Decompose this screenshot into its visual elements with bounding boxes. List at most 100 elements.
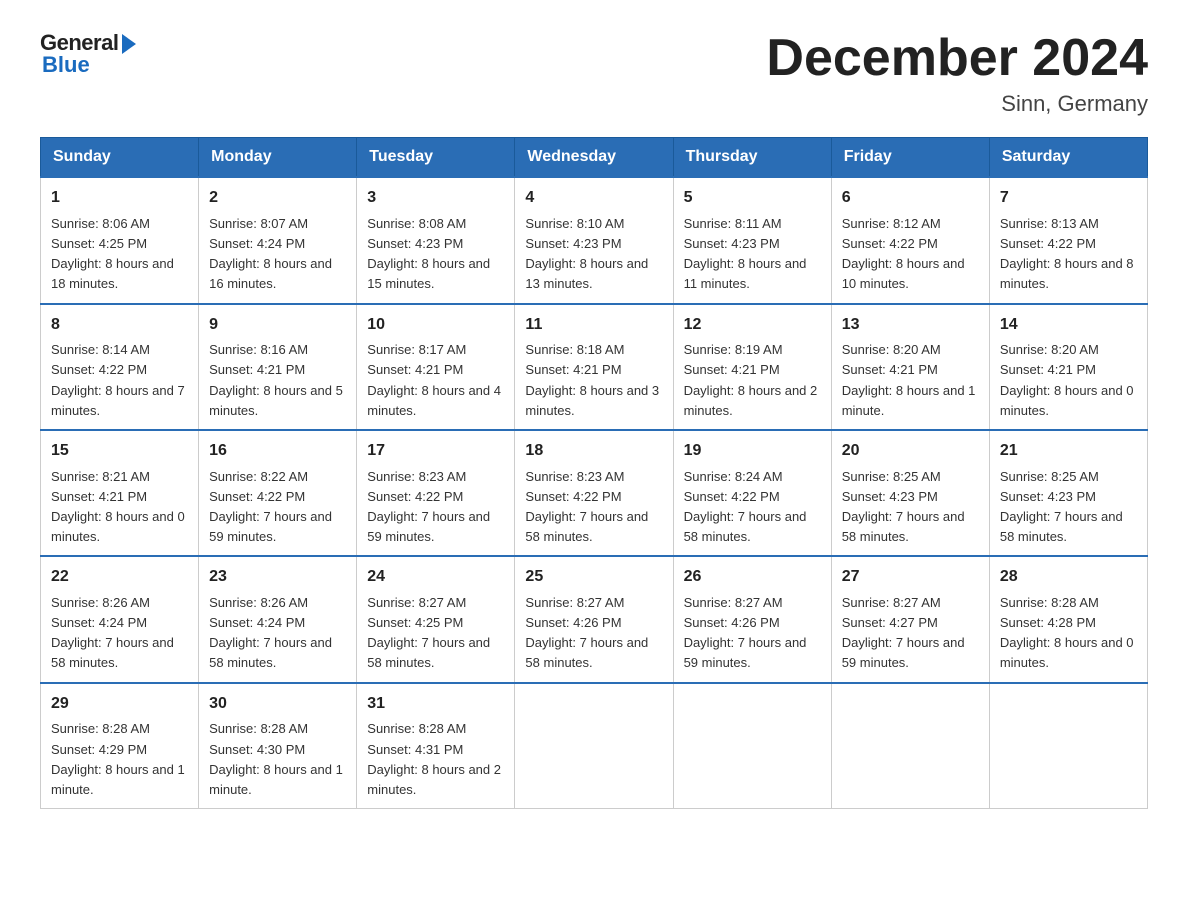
day-info: Sunrise: 8:18 AMSunset: 4:21 PMDaylight:… <box>525 342 659 417</box>
calendar-cell: 1 Sunrise: 8:06 AMSunset: 4:25 PMDayligh… <box>41 177 199 303</box>
weekday-header: Friday <box>831 138 989 178</box>
calendar-cell: 21 Sunrise: 8:25 AMSunset: 4:23 PMDaylig… <box>989 430 1147 556</box>
calendar-title: December 2024 <box>766 30 1148 87</box>
day-info: Sunrise: 8:22 AMSunset: 4:22 PMDaylight:… <box>209 469 332 544</box>
calendar-cell: 8 Sunrise: 8:14 AMSunset: 4:22 PMDayligh… <box>41 304 199 430</box>
day-number: 5 <box>684 186 821 211</box>
calendar-cell: 24 Sunrise: 8:27 AMSunset: 4:25 PMDaylig… <box>357 556 515 682</box>
calendar-cell: 31 Sunrise: 8:28 AMSunset: 4:31 PMDaylig… <box>357 683 515 809</box>
day-number: 4 <box>525 186 662 211</box>
calendar-cell: 20 Sunrise: 8:25 AMSunset: 4:23 PMDaylig… <box>831 430 989 556</box>
day-info: Sunrise: 8:13 AMSunset: 4:22 PMDaylight:… <box>1000 216 1134 291</box>
day-number: 31 <box>367 692 504 717</box>
calendar-cell: 25 Sunrise: 8:27 AMSunset: 4:26 PMDaylig… <box>515 556 673 682</box>
logo: General Blue <box>40 30 136 78</box>
day-number: 29 <box>51 692 188 717</box>
calendar-cell: 6 Sunrise: 8:12 AMSunset: 4:22 PMDayligh… <box>831 177 989 303</box>
calendar-cell: 30 Sunrise: 8:28 AMSunset: 4:30 PMDaylig… <box>199 683 357 809</box>
calendar-cell: 16 Sunrise: 8:22 AMSunset: 4:22 PMDaylig… <box>199 430 357 556</box>
weekday-header: Thursday <box>673 138 831 178</box>
day-info: Sunrise: 8:27 AMSunset: 4:25 PMDaylight:… <box>367 595 490 670</box>
weekday-header: Saturday <box>989 138 1147 178</box>
day-number: 14 <box>1000 313 1137 338</box>
calendar-cell: 22 Sunrise: 8:26 AMSunset: 4:24 PMDaylig… <box>41 556 199 682</box>
calendar-cell: 10 Sunrise: 8:17 AMSunset: 4:21 PMDaylig… <box>357 304 515 430</box>
day-number: 9 <box>209 313 346 338</box>
day-number: 22 <box>51 565 188 590</box>
day-info: Sunrise: 8:11 AMSunset: 4:23 PMDaylight:… <box>684 216 807 291</box>
calendar-cell <box>673 683 831 809</box>
day-info: Sunrise: 8:28 AMSunset: 4:28 PMDaylight:… <box>1000 595 1134 670</box>
title-block: December 2024 Sinn, Germany <box>766 30 1148 117</box>
day-info: Sunrise: 8:10 AMSunset: 4:23 PMDaylight:… <box>525 216 648 291</box>
day-number: 6 <box>842 186 979 211</box>
day-number: 1 <box>51 186 188 211</box>
day-number: 26 <box>684 565 821 590</box>
calendar-table: SundayMondayTuesdayWednesdayThursdayFrid… <box>40 137 1148 809</box>
day-info: Sunrise: 8:07 AMSunset: 4:24 PMDaylight:… <box>209 216 332 291</box>
day-info: Sunrise: 8:27 AMSunset: 4:26 PMDaylight:… <box>684 595 807 670</box>
day-info: Sunrise: 8:25 AMSunset: 4:23 PMDaylight:… <box>1000 469 1123 544</box>
calendar-cell: 29 Sunrise: 8:28 AMSunset: 4:29 PMDaylig… <box>41 683 199 809</box>
day-info: Sunrise: 8:14 AMSunset: 4:22 PMDaylight:… <box>51 342 185 417</box>
calendar-cell: 17 Sunrise: 8:23 AMSunset: 4:22 PMDaylig… <box>357 430 515 556</box>
day-info: Sunrise: 8:20 AMSunset: 4:21 PMDaylight:… <box>842 342 976 417</box>
day-info: Sunrise: 8:26 AMSunset: 4:24 PMDaylight:… <box>209 595 332 670</box>
day-number: 30 <box>209 692 346 717</box>
calendar-cell <box>831 683 989 809</box>
day-info: Sunrise: 8:24 AMSunset: 4:22 PMDaylight:… <box>684 469 807 544</box>
day-number: 17 <box>367 439 504 464</box>
calendar-cell: 27 Sunrise: 8:27 AMSunset: 4:27 PMDaylig… <box>831 556 989 682</box>
calendar-week-row: 22 Sunrise: 8:26 AMSunset: 4:24 PMDaylig… <box>41 556 1148 682</box>
day-number: 23 <box>209 565 346 590</box>
day-number: 21 <box>1000 439 1137 464</box>
calendar-subtitle: Sinn, Germany <box>766 91 1148 117</box>
day-info: Sunrise: 8:27 AMSunset: 4:26 PMDaylight:… <box>525 595 648 670</box>
calendar-cell: 14 Sunrise: 8:20 AMSunset: 4:21 PMDaylig… <box>989 304 1147 430</box>
weekday-header: Tuesday <box>357 138 515 178</box>
day-info: Sunrise: 8:28 AMSunset: 4:29 PMDaylight:… <box>51 721 185 796</box>
day-info: Sunrise: 8:17 AMSunset: 4:21 PMDaylight:… <box>367 342 501 417</box>
calendar-cell: 15 Sunrise: 8:21 AMSunset: 4:21 PMDaylig… <box>41 430 199 556</box>
day-info: Sunrise: 8:28 AMSunset: 4:31 PMDaylight:… <box>367 721 501 796</box>
calendar-cell: 2 Sunrise: 8:07 AMSunset: 4:24 PMDayligh… <box>199 177 357 303</box>
day-info: Sunrise: 8:12 AMSunset: 4:22 PMDaylight:… <box>842 216 965 291</box>
day-info: Sunrise: 8:23 AMSunset: 4:22 PMDaylight:… <box>525 469 648 544</box>
day-number: 7 <box>1000 186 1137 211</box>
day-number: 18 <box>525 439 662 464</box>
day-number: 25 <box>525 565 662 590</box>
day-info: Sunrise: 8:20 AMSunset: 4:21 PMDaylight:… <box>1000 342 1134 417</box>
day-number: 28 <box>1000 565 1137 590</box>
day-info: Sunrise: 8:27 AMSunset: 4:27 PMDaylight:… <box>842 595 965 670</box>
calendar-cell: 3 Sunrise: 8:08 AMSunset: 4:23 PMDayligh… <box>357 177 515 303</box>
day-number: 16 <box>209 439 346 464</box>
logo-arrow-icon <box>122 34 136 54</box>
weekday-header-row: SundayMondayTuesdayWednesdayThursdayFrid… <box>41 138 1148 178</box>
page-header: General Blue December 2024 Sinn, Germany <box>40 30 1148 117</box>
calendar-cell: 4 Sunrise: 8:10 AMSunset: 4:23 PMDayligh… <box>515 177 673 303</box>
calendar-cell: 9 Sunrise: 8:16 AMSunset: 4:21 PMDayligh… <box>199 304 357 430</box>
day-number: 8 <box>51 313 188 338</box>
calendar-cell: 7 Sunrise: 8:13 AMSunset: 4:22 PMDayligh… <box>989 177 1147 303</box>
weekday-header: Monday <box>199 138 357 178</box>
calendar-week-row: 29 Sunrise: 8:28 AMSunset: 4:29 PMDaylig… <box>41 683 1148 809</box>
day-number: 2 <box>209 186 346 211</box>
day-number: 13 <box>842 313 979 338</box>
day-number: 15 <box>51 439 188 464</box>
day-info: Sunrise: 8:08 AMSunset: 4:23 PMDaylight:… <box>367 216 490 291</box>
calendar-cell: 5 Sunrise: 8:11 AMSunset: 4:23 PMDayligh… <box>673 177 831 303</box>
calendar-cell: 12 Sunrise: 8:19 AMSunset: 4:21 PMDaylig… <box>673 304 831 430</box>
day-number: 12 <box>684 313 821 338</box>
calendar-cell: 18 Sunrise: 8:23 AMSunset: 4:22 PMDaylig… <box>515 430 673 556</box>
day-info: Sunrise: 8:23 AMSunset: 4:22 PMDaylight:… <box>367 469 490 544</box>
day-number: 11 <box>525 313 662 338</box>
day-info: Sunrise: 8:21 AMSunset: 4:21 PMDaylight:… <box>51 469 185 544</box>
day-info: Sunrise: 8:28 AMSunset: 4:30 PMDaylight:… <box>209 721 343 796</box>
calendar-cell <box>515 683 673 809</box>
calendar-cell: 13 Sunrise: 8:20 AMSunset: 4:21 PMDaylig… <box>831 304 989 430</box>
calendar-week-row: 1 Sunrise: 8:06 AMSunset: 4:25 PMDayligh… <box>41 177 1148 303</box>
calendar-cell: 23 Sunrise: 8:26 AMSunset: 4:24 PMDaylig… <box>199 556 357 682</box>
day-number: 10 <box>367 313 504 338</box>
day-info: Sunrise: 8:26 AMSunset: 4:24 PMDaylight:… <box>51 595 174 670</box>
day-number: 24 <box>367 565 504 590</box>
